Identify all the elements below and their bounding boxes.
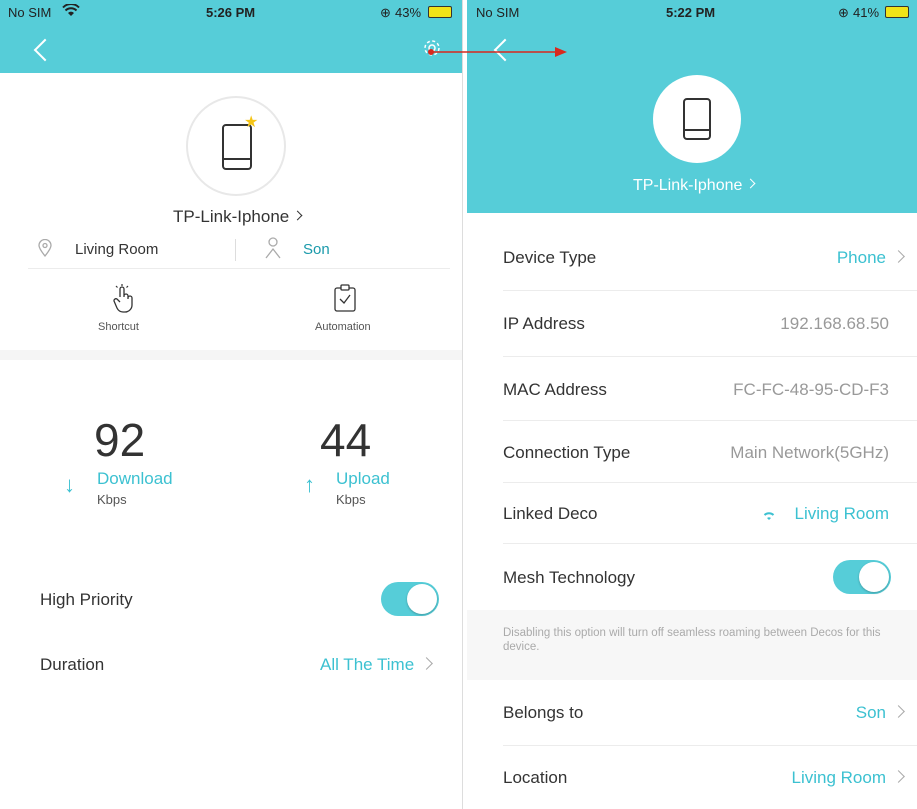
- mac-address-label: MAC Address: [503, 380, 607, 399]
- annotation-arrow: [428, 47, 567, 57]
- location-label: Location: [503, 768, 568, 787]
- upload-speed: 44: [320, 414, 372, 466]
- device-avatar: ★: [186, 96, 286, 196]
- download-unit: Kbps: [97, 492, 127, 507]
- clock: 5:22 PM: [666, 5, 716, 20]
- person-icon: [265, 237, 281, 264]
- owner-label[interactable]: Son: [303, 241, 330, 258]
- location-pin-icon: [38, 238, 52, 262]
- carrier: No SIM: [8, 5, 52, 20]
- device-type-label: Device Type: [503, 248, 597, 267]
- device-type-value-text: Phone: [836, 248, 886, 267]
- device-name-link[interactable]: TP-Link-Iphone: [173, 207, 303, 227]
- duration-label: Duration: [40, 655, 105, 674]
- section-gap: [0, 350, 462, 360]
- device-name: TP-Link-Iphone: [173, 207, 290, 226]
- alarm-icon: ⊕: [838, 5, 849, 20]
- shortcut-label[interactable]: Shortcut: [98, 321, 139, 333]
- divider: [503, 482, 917, 483]
- mac-address-value: FC-FC-48-95-CD-F3: [733, 380, 889, 399]
- belongs-to-value[interactable]: Son: [855, 703, 905, 723]
- upload-arrow-icon: ↑: [304, 472, 315, 497]
- carrier: No SIM: [476, 5, 520, 20]
- divider: [503, 356, 917, 357]
- status-bar: No SIM 5:22 PM ⊕ 41%: [467, 0, 917, 24]
- download-speed: 92: [94, 414, 146, 466]
- battery-percent: 43%: [395, 5, 422, 20]
- mesh-note: Disabling this option will turn off seam…: [503, 627, 881, 653]
- duration-value[interactable]: All The Time: [320, 655, 434, 675]
- location-value[interactable]: Living Room: [791, 768, 905, 788]
- ip-address-value: 192.168.68.50: [780, 314, 889, 333]
- location-value-text: Living Room: [791, 768, 887, 787]
- duration-value-text: All The Time: [320, 655, 415, 674]
- phone-icon: [683, 98, 711, 140]
- battery-icon: [428, 6, 452, 18]
- connection-type-label: Connection Type: [503, 443, 631, 462]
- belongs-to-label: Belongs to: [503, 703, 584, 722]
- device-detail-screen: No SIM 5:26 PM ⊕ 43% ★ TP-Link-Iphone Li…: [0, 0, 463, 809]
- high-priority-label: High Priority: [40, 590, 133, 609]
- status-bar: No SIM 5:26 PM ⊕ 43%: [0, 0, 462, 24]
- divider: [503, 543, 917, 544]
- mesh-technology-toggle[interactable]: [833, 560, 891, 594]
- alarm-icon: ⊕: [380, 5, 391, 20]
- linked-deco-value[interactable]: Living Room: [795, 504, 890, 524]
- battery-icon: [885, 6, 909, 18]
- belongs-to-value-text: Son: [855, 703, 886, 722]
- automation-label[interactable]: Automation: [315, 321, 371, 333]
- ip-address-label: IP Address: [503, 314, 585, 333]
- wifi-icon: [62, 3, 80, 20]
- divider: [28, 268, 450, 269]
- star-icon: ★: [244, 114, 259, 131]
- device-name-link[interactable]: TP-Link-Iphone: [633, 177, 756, 195]
- device-name: TP-Link-Iphone: [633, 177, 743, 194]
- device-avatar: [653, 75, 741, 163]
- high-priority-toggle[interactable]: [381, 582, 439, 616]
- connection-type-value: Main Network(5GHz): [730, 443, 889, 462]
- divider: [503, 420, 917, 421]
- device-settings-screen: No SIM 5:22 PM ⊕ 41% TP-Link-Iphone Devi…: [467, 0, 917, 809]
- wifi-icon: [760, 507, 778, 526]
- device-type-value[interactable]: Phone: [836, 248, 905, 268]
- battery-percent: 41%: [853, 5, 880, 20]
- linked-deco-label: Linked Deco: [503, 504, 598, 523]
- upload-unit: Kbps: [336, 492, 366, 507]
- divider: [503, 745, 917, 746]
- divider: [235, 239, 236, 261]
- download-arrow-icon: ↓: [64, 472, 75, 497]
- clipboard-check-icon: [334, 284, 356, 317]
- hand-tap-icon: [111, 283, 135, 318]
- location-label[interactable]: Living Room: [75, 241, 158, 258]
- upload-label: Upload: [336, 469, 390, 488]
- mesh-technology-label: Mesh Technology: [503, 568, 635, 587]
- download-label: Download: [97, 469, 173, 488]
- clock: 5:26 PM: [206, 5, 256, 20]
- divider: [503, 290, 917, 291]
